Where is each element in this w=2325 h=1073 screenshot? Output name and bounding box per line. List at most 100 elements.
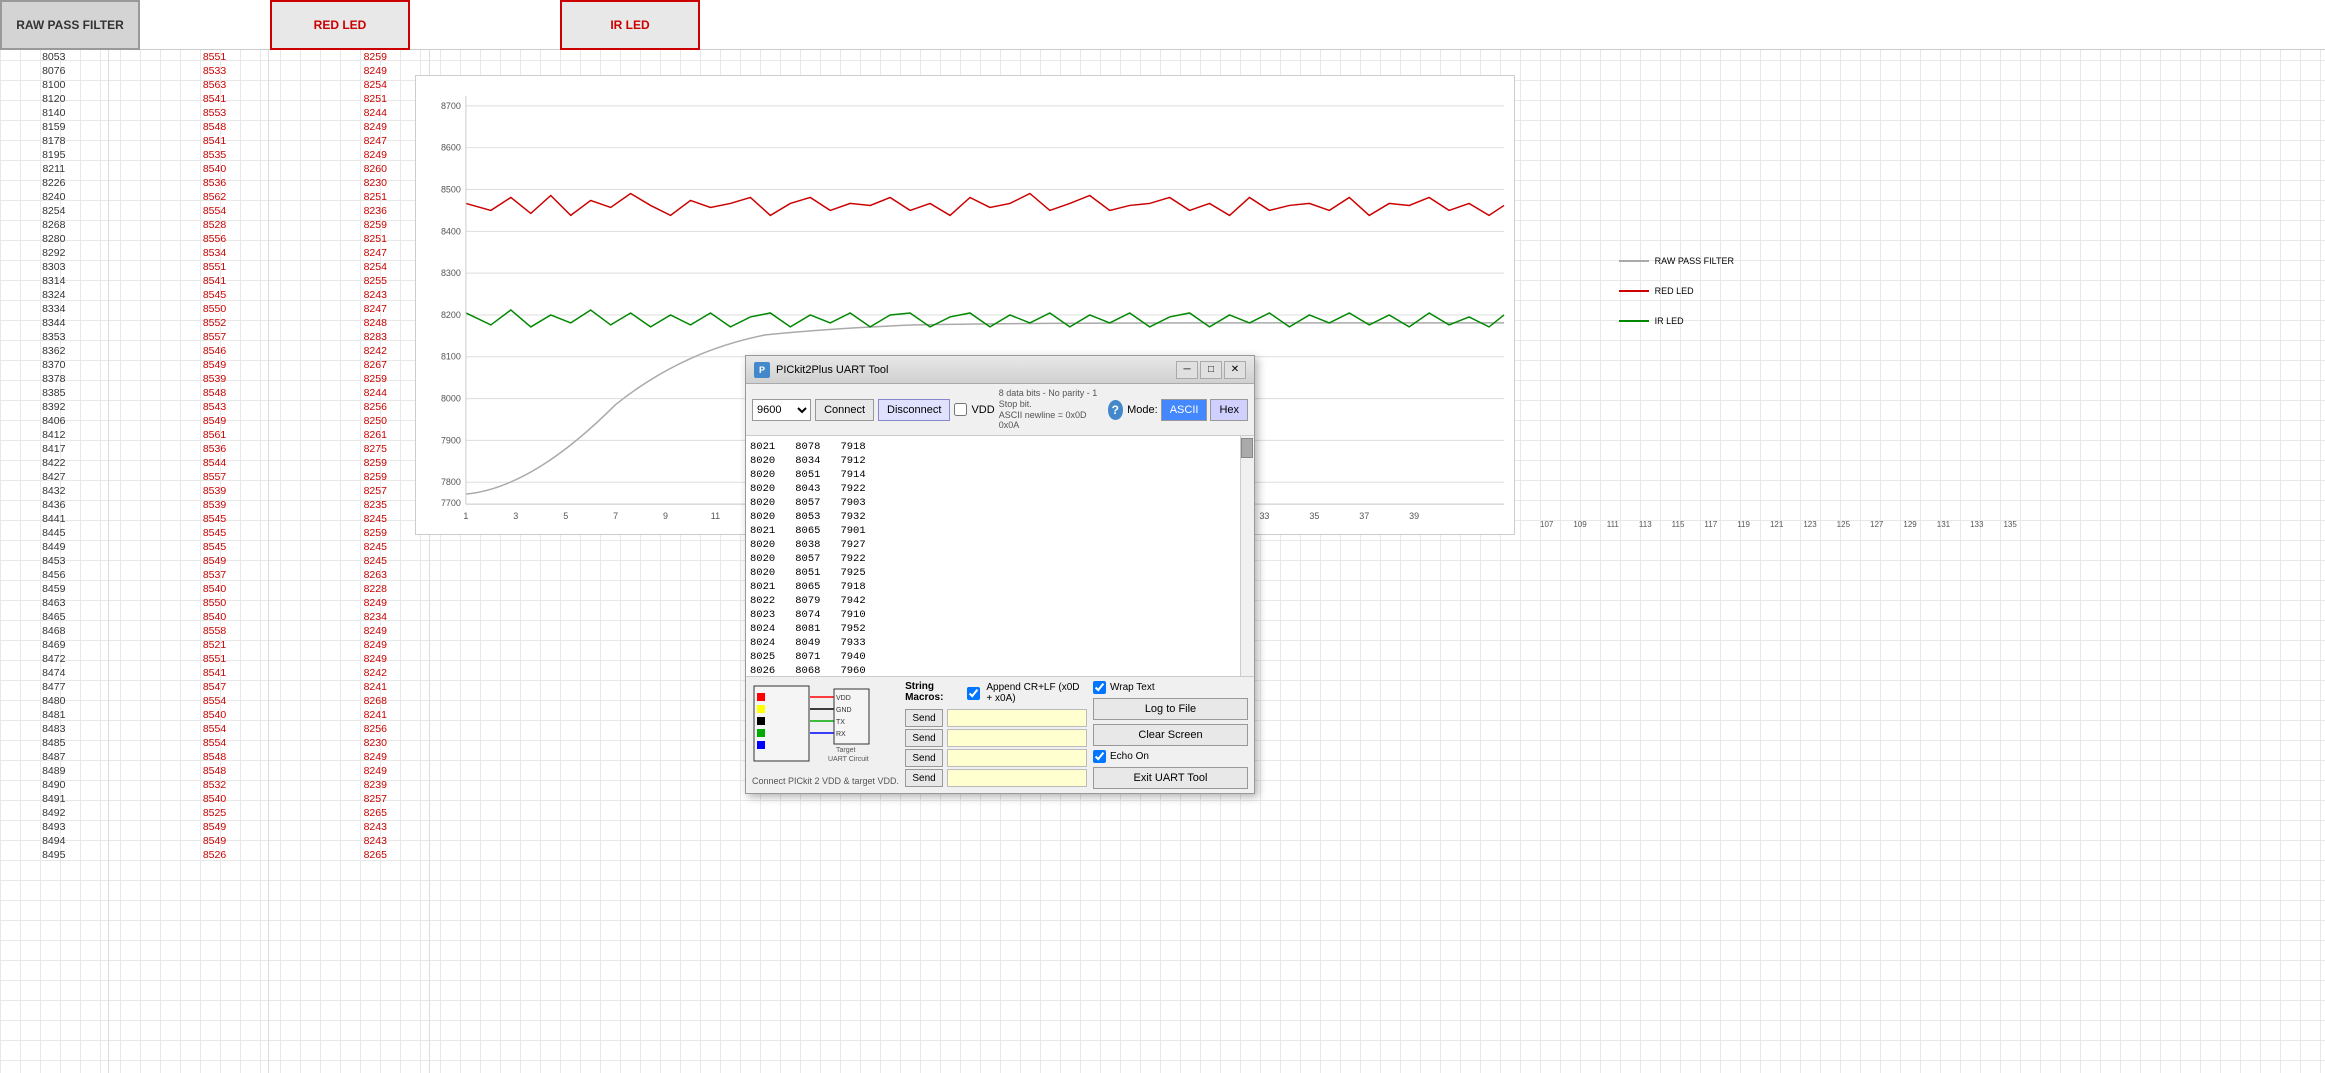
uart-data-row: 802680687960 — [750, 664, 1250, 676]
legend-ir: IR LED — [1619, 316, 1734, 326]
uart-titlebar-controls[interactable]: ─ □ ✕ — [1176, 361, 1246, 379]
ir-value: 8265 — [322, 806, 430, 820]
red-value: 8540 — [161, 792, 269, 806]
append-crlf-checkbox[interactable] — [967, 687, 980, 700]
ir-value: 8259 — [322, 372, 430, 386]
red-value: 8554 — [161, 694, 269, 708]
macro-input-3[interactable] — [947, 749, 1087, 767]
close-button[interactable]: ✕ — [1224, 361, 1246, 379]
echo-on-checkbox[interactable] — [1093, 750, 1106, 763]
legend-red-line — [1619, 290, 1649, 292]
red-value: 8549 — [161, 414, 269, 428]
red-value: 8532 — [161, 778, 269, 792]
legend-raw: RAW PASS FILTER — [1619, 256, 1734, 266]
red-value: 8536 — [161, 176, 269, 190]
uart-titlebar-left: P PICkit2Plus UART Tool — [754, 362, 889, 378]
legend-raw-line — [1619, 260, 1649, 262]
raw-value: 8178 — [0, 134, 108, 148]
vdd-checkbox[interactable] — [954, 403, 967, 416]
ir-value: 8247 — [322, 302, 430, 316]
raw-value: 8432 — [0, 484, 108, 498]
hex-mode-button[interactable]: Hex — [1210, 399, 1248, 421]
ir-value: 8263 — [322, 568, 430, 582]
red-value: 8541 — [161, 92, 269, 106]
red-value: 8556 — [161, 232, 269, 246]
help-button[interactable]: ? — [1108, 400, 1124, 420]
svg-text:RX: RX — [836, 731, 846, 738]
ir-value: 8235 — [322, 498, 430, 512]
raw-value: 8100 — [0, 78, 108, 92]
red-value: 8557 — [161, 330, 269, 344]
macro-input-1[interactable] — [947, 709, 1087, 727]
macro-row-2: Send — [905, 729, 1087, 747]
raw-value: 8427 — [0, 470, 108, 484]
header-row: RAW PASS FILTER RED LED IR LED — [0, 0, 2325, 50]
red-value: 8545 — [161, 288, 269, 302]
ir-value: 8251 — [322, 190, 430, 204]
raw-value: 8492 — [0, 806, 108, 820]
ir-value: 8247 — [322, 134, 430, 148]
send-button-1[interactable]: Send — [905, 709, 943, 727]
red-value: 8548 — [161, 764, 269, 778]
macro-input-4[interactable] — [947, 769, 1087, 787]
macro-input-2[interactable] — [947, 729, 1087, 747]
uart-scrollbar-thumb[interactable] — [1241, 438, 1253, 458]
raw-value: 8449 — [0, 540, 108, 554]
ir-value: 8234 — [322, 610, 430, 624]
legend-raw-label: RAW PASS FILTER — [1655, 256, 1734, 266]
red-value: 8541 — [161, 274, 269, 288]
raw-value: 8422 — [0, 456, 108, 470]
ir-value: 8283 — [322, 330, 430, 344]
raw-value: 8489 — [0, 764, 108, 778]
raw-value: 8477 — [0, 680, 108, 694]
ir-value: 8249 — [322, 64, 430, 78]
baud-rate-select[interactable]: 9600 19200 38400 115200 — [752, 399, 811, 421]
red-value: 8528 — [161, 218, 269, 232]
uart-data-row: 802080517914 — [750, 468, 1250, 482]
red-value: 8549 — [161, 358, 269, 372]
red-value: 8541 — [161, 666, 269, 680]
minimize-button[interactable]: ─ — [1176, 361, 1198, 379]
red-value: 8558 — [161, 624, 269, 638]
red-value: 8544 — [161, 456, 269, 470]
ascii-mode-button[interactable]: ASCII — [1161, 399, 1208, 421]
uart-data-row: 802080387927 — [750, 538, 1250, 552]
clear-screen-button[interactable]: Clear Screen — [1093, 724, 1248, 746]
vdd-label: VDD — [971, 404, 994, 416]
raw-value: 8495 — [0, 848, 108, 862]
raw-value: 8456 — [0, 568, 108, 582]
wrap-text-row: Wrap Text — [1093, 681, 1248, 694]
red-value: 8536 — [161, 442, 269, 456]
connect-button[interactable]: Connect — [815, 399, 874, 421]
ir-value: 8265 — [322, 848, 430, 862]
raw-value: 8053 — [0, 50, 108, 64]
ir-value: 8239 — [322, 778, 430, 792]
raw-value: 8494 — [0, 834, 108, 848]
uart-data-row: 802080437922 — [750, 482, 1250, 496]
disconnect-button[interactable]: Disconnect — [878, 399, 950, 421]
raw-value: 8254 — [0, 204, 108, 218]
red-value: 8554 — [161, 736, 269, 750]
maximize-button[interactable]: □ — [1200, 361, 1222, 379]
exit-uart-button[interactable]: Exit UART Tool — [1093, 767, 1248, 789]
log-file-button[interactable]: Log to File — [1093, 698, 1248, 720]
red-value: 8540 — [161, 162, 269, 176]
red-value: 8554 — [161, 204, 269, 218]
uart-scrollbar[interactable] — [1240, 436, 1254, 676]
raw-value: 8334 — [0, 302, 108, 316]
ir-value: 8256 — [322, 722, 430, 736]
svg-text:9: 9 — [663, 511, 668, 521]
red-value: 8545 — [161, 512, 269, 526]
ir-value: 8259 — [322, 470, 430, 484]
data-columns: 8053807681008120814081598178819582118226… — [0, 50, 430, 1073]
red-value: 8550 — [161, 596, 269, 610]
send-button-2[interactable]: Send — [905, 729, 943, 747]
uart-data-row: 802580717940 — [750, 650, 1250, 664]
ir-value: 8257 — [322, 792, 430, 806]
send-button-4[interactable]: Send — [905, 769, 943, 787]
macro-row-3: Send — [905, 749, 1087, 767]
red-value: 8543 — [161, 400, 269, 414]
wrap-text-checkbox[interactable] — [1093, 681, 1106, 694]
raw-value: 8195 — [0, 148, 108, 162]
send-button-3[interactable]: Send — [905, 749, 943, 767]
